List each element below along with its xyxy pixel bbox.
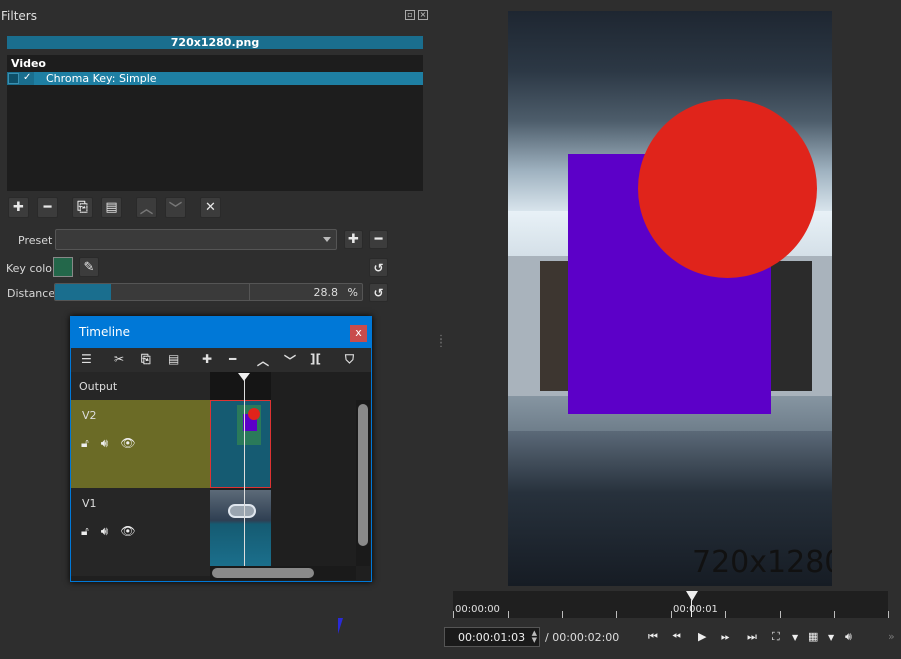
play-icon[interactable]: ▶︎ (698, 630, 706, 643)
eye-icon[interactable]: 👁︎ (120, 524, 135, 539)
splitter-handle[interactable]: ⋮ ⋮ (436, 335, 446, 349)
filter-group-video: Video (11, 57, 46, 70)
marker-icon[interactable]: ⛉ (345, 352, 354, 367)
check-icon: ✓ (23, 72, 32, 83)
rewind-icon[interactable]: ⏪︎ (672, 630, 681, 644)
distance-value: 28.8 (313, 286, 339, 299)
ruler-time-0: 00:00:00 (455, 604, 500, 615)
lift-icon[interactable]: ︿ (257, 352, 269, 369)
skip-previous-icon[interactable]: ⏮︎ (648, 630, 658, 644)
split-icon[interactable]: ][ (310, 352, 321, 366)
paste-icon[interactable]: ▤ (168, 352, 179, 366)
track-header-v2[interactable]: V2 🔓︎ 🔊︎ 👁︎ (71, 400, 210, 488)
remove-filter-button[interactable]: ━ (37, 197, 58, 218)
volume-icon[interactable]: 🔊︎ (845, 630, 852, 644)
horizontal-scrollbar[interactable] (210, 566, 356, 580)
add-filter-button[interactable]: ✚ (8, 197, 29, 218)
distance-slider[interactable]: 28.8 % (54, 283, 363, 301)
preset-select[interactable] (55, 229, 337, 250)
ruler-time-1: 00:00:01 (673, 604, 718, 615)
track-name: V2 (82, 409, 97, 422)
player-ruler[interactable] (453, 591, 889, 618)
move-down-button[interactable]: ﹀ (165, 197, 186, 218)
zoom-icon[interactable]: ⛶ (772, 630, 780, 644)
copy-filter-button[interactable]: ⎘ (72, 197, 93, 218)
current-clip-name: 720x1280.png (7, 36, 423, 49)
clip-v2[interactable] (210, 400, 271, 488)
paste-filter-button[interactable]: ▤ (101, 197, 122, 218)
timeline-close-button[interactable]: x (350, 325, 367, 342)
mute-icon[interactable]: 🔊︎ (101, 524, 109, 539)
track-name: V1 (82, 497, 97, 510)
track-header-v1[interactable]: V1 🔓︎ 🔊︎ 👁︎ (71, 488, 210, 576)
bg-figure-right (768, 261, 812, 391)
playhead-line (244, 380, 245, 567)
undock-icon[interactable]: ▫ (405, 10, 415, 20)
filter-enable-checkbox[interactable] (8, 73, 19, 84)
filter-list[interactable]: Video ✓ Chroma Key: Simple (7, 55, 423, 191)
move-up-button[interactable]: ︿ (136, 197, 157, 218)
menu-icon[interactable]: ☰ (81, 352, 92, 366)
player-playhead-line (691, 600, 692, 617)
remove-icon[interactable]: ━ (229, 352, 236, 366)
output-header: Output (71, 372, 210, 400)
duration-label: / 00:00:02:00 (545, 631, 620, 644)
filters-panel-title: Filters (1, 9, 37, 23)
reset-distance-button[interactable]: ↺ (369, 283, 388, 302)
key-color-label: Key color (6, 262, 57, 275)
spinner-arrows-icon[interactable]: ▲ ▼ (532, 630, 537, 644)
zoom-dropdown-icon[interactable]: ▼ (792, 633, 798, 642)
append-icon[interactable]: ✚ (202, 352, 212, 366)
save-preset-button[interactable]: ✚ (344, 230, 363, 249)
chevron-down-icon (323, 237, 331, 242)
red-circle (638, 99, 817, 278)
overwrite-icon[interactable]: ﹀ (284, 352, 296, 369)
key-color-swatch[interactable] (53, 257, 73, 277)
reset-key-color-button[interactable]: ↺ (369, 258, 388, 277)
delete-preset-button[interactable]: ━ (369, 230, 388, 249)
grid-icon[interactable]: ▦ (808, 630, 818, 643)
eye-icon[interactable]: 👁︎ (120, 436, 135, 451)
lock-icon[interactable]: 🔓︎ (81, 524, 89, 539)
position-spinner[interactable]: 00:00:01:03 ▲ ▼ (444, 627, 540, 647)
player-playhead-icon[interactable] (686, 591, 698, 601)
cut-icon[interactable]: ✂ (114, 352, 124, 366)
deselect-filter-button[interactable]: ✕ (200, 197, 221, 218)
filter-row-chroma-key[interactable]: ✓ Chroma Key: Simple (7, 72, 423, 85)
output-label: Output (79, 380, 118, 393)
skip-next-icon[interactable]: ⏭︎ (747, 630, 757, 644)
mouse-cursor-icon (338, 618, 343, 634)
timeline-title: Timeline (71, 317, 371, 348)
lock-icon[interactable]: 🔓︎ (81, 436, 89, 451)
clip-v1[interactable] (210, 490, 271, 566)
copy-icon[interactable]: ⎘ (141, 352, 151, 367)
distance-label: Distance (7, 287, 56, 300)
video-preview[interactable]: 720x1280 (508, 11, 832, 586)
preview-overlay-text: 720x1280 (692, 545, 832, 580)
more-icon[interactable]: » (888, 630, 895, 643)
position-value: 00:00:01:03 (458, 631, 526, 644)
mute-icon[interactable]: 🔊︎ (101, 436, 109, 451)
dock-buttons: ▫ × (405, 10, 428, 20)
preset-label: Preset (18, 234, 53, 247)
fast-forward-icon[interactable]: ⏩︎ (721, 630, 730, 644)
distance-fill (55, 284, 111, 300)
timeline-window: Timeline x ☰ ✂ ⎘ ▤ ✚ ━ ︿ ﹀ ][ ⛉ Output V… (70, 316, 372, 582)
filter-label: Chroma Key: Simple (34, 72, 423, 85)
distance-unit: % (347, 286, 358, 299)
close-panel-icon[interactable]: × (418, 10, 428, 20)
grid-dropdown-icon[interactable]: ▼ (828, 633, 834, 642)
timeline-toolbar: ☰ ✂ ⎘ ▤ ✚ ━ ︿ ﹀ ][ ⛉ (71, 348, 371, 372)
vertical-scrollbar[interactable] (356, 400, 370, 566)
eyedropper-icon[interactable]: ✎ (79, 257, 99, 277)
